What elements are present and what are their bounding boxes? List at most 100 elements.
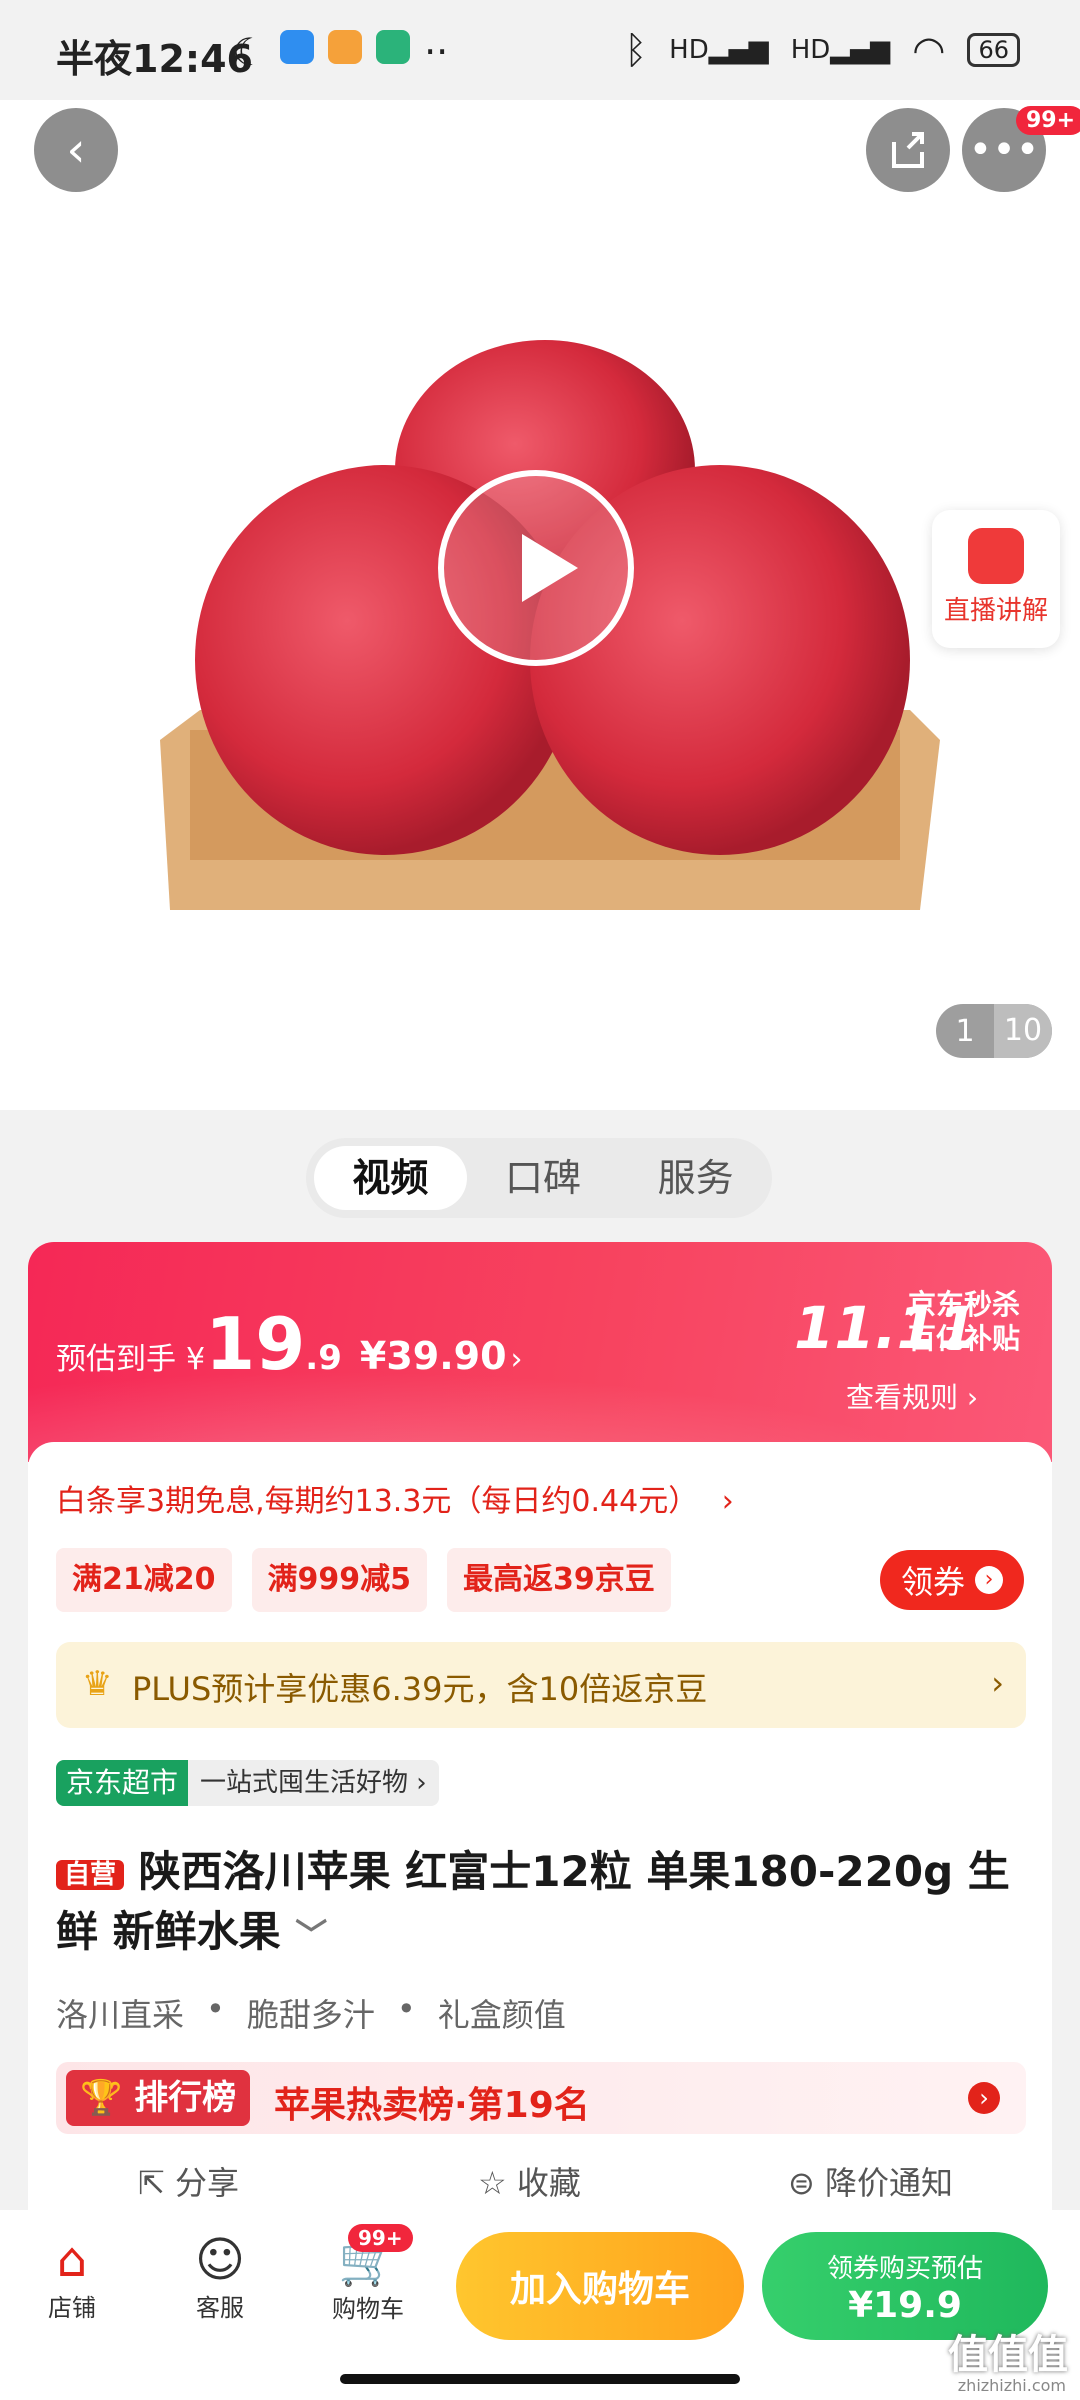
- tab-reviews[interactable]: 口碑: [467, 1146, 620, 1210]
- estimate-label: 预估到手: [56, 1342, 176, 1377]
- cart-badge: 99+: [348, 2224, 413, 2252]
- pager-total: 10: [994, 1004, 1052, 1058]
- product-media[interactable]: ‹ ••• 99+ 直播讲解 1 10: [0, 100, 1080, 1110]
- ranking-tag-label: 排行榜: [134, 2078, 237, 2118]
- signal-icon-2: HD▂▄▆: [790, 35, 891, 65]
- system-icons: ᛒ HD▂▄▆ HD▂▄▆ ◠ 66: [624, 28, 1020, 72]
- original-price: ¥39.90: [359, 1334, 507, 1378]
- play-video-button[interactable]: [438, 470, 634, 666]
- star-icon: ☆: [478, 2164, 507, 2202]
- store-slogan: 一站式囤生活好物 ›: [188, 1760, 439, 1806]
- view-rules-link[interactable]: 查看规则 ›: [846, 1376, 978, 1416]
- coupon-chip[interactable]: 最高返39京豆: [447, 1548, 671, 1612]
- share-action[interactable]: ⇱ 分享: [138, 2158, 239, 2204]
- status-time: 半夜12:46: [56, 37, 253, 81]
- coupon-list: 满21减20 满999减5 最高返39京豆: [56, 1548, 671, 1612]
- store-nav[interactable]: ⌂ 店铺: [12, 2232, 132, 2323]
- live-label: 直播讲解: [943, 596, 1048, 626]
- customer-service-label: 客服: [196, 2294, 244, 2322]
- store-icon: ⌂: [56, 2232, 88, 2288]
- favorite-action[interactable]: ☆ 收藏: [478, 2158, 581, 2204]
- price-alert-icon: ⊜: [788, 2164, 815, 2202]
- feature-item: 洛川直采: [56, 1996, 185, 2034]
- share-top-button[interactable]: [866, 108, 950, 192]
- buy-button-price: ¥19.9: [848, 2285, 962, 2326]
- ranking-text: 苹果热卖榜·第19名: [274, 2085, 590, 2126]
- share-icon: [892, 132, 924, 168]
- plus-offer-bar[interactable]: ♛ PLUS预计享优惠6.39元，含10倍返京豆 ›: [56, 1642, 1026, 1728]
- share-label: 分享: [174, 2164, 239, 2202]
- app-icon: [328, 30, 363, 64]
- chevron-right-icon: ›: [991, 1664, 1004, 1702]
- ranking-bar[interactable]: 🏆 排行榜 苹果热卖榜·第19名 ›: [56, 2062, 1026, 2134]
- cart-label: 购物车: [332, 2295, 404, 2323]
- chevron-right-icon: ›: [968, 2082, 1000, 2114]
- price-alert-action[interactable]: ⊜ 降价通知: [788, 2158, 953, 2204]
- tab-video[interactable]: 视频: [314, 1146, 467, 1210]
- battery-icon: 66: [967, 33, 1020, 67]
- coupon-chip[interactable]: 满21减20: [56, 1548, 232, 1612]
- add-to-cart-button[interactable]: 加入购物车: [456, 2232, 744, 2340]
- baitiao-offer[interactable]: 白条享3期免息,每期约13.3元（每日约0.44元） ›: [56, 1476, 734, 1520]
- signal-icon: HD▂▄▆: [669, 35, 769, 65]
- self-operated-tag: 自营: [56, 1859, 125, 1890]
- ranking-tag: 🏆 排行榜: [66, 2070, 251, 2126]
- crown-icon: ♛: [82, 1664, 113, 1704]
- product-title-line1: 陕西洛川苹果 红富士12粒 单果180-220g 生: [138, 1847, 1010, 1896]
- feature-item: 脆甜多汁: [246, 1996, 375, 2034]
- store-banner[interactable]: 京东超市 一站式囤生活好物 ›: [56, 1760, 439, 1806]
- price-banner: 预估到手 ¥ 19 .9 ¥39.90 › 11.11 京东秒杀 百亿补贴 查看…: [28, 1242, 1052, 1462]
- trophy-icon: 🏆: [80, 2078, 123, 2118]
- chevron-left-icon: ‹: [66, 122, 86, 178]
- store-label: 店铺: [48, 2294, 96, 2322]
- price-integer: 19: [205, 1302, 306, 1386]
- supermarket-tag: 京东超市: [56, 1760, 189, 1806]
- bottom-action-bar: ⌂ 店铺 ☺ 客服 🛒 购物车 99+ 加入购物车 领券购买预估 ¥19.9: [0, 2210, 1080, 2400]
- feature-item: 礼盒颜值: [437, 1996, 566, 2034]
- image-pager: 1 10: [936, 1004, 1052, 1058]
- watermark: 值值值: [948, 2332, 1068, 2378]
- play-icon: [522, 534, 578, 602]
- product-title: 自营 陕西洛川苹果 红富士12粒 单果180-220g 生 鲜 新鲜水果 ﹀: [56, 1842, 1036, 1965]
- live-icon: [968, 528, 1024, 584]
- wifi-icon: ◠: [912, 28, 946, 72]
- live-explain-button[interactable]: 直播讲解: [932, 510, 1060, 648]
- media-tabs: 视频 口碑 服务: [306, 1138, 772, 1218]
- watermark-url: zhizhizhi.com: [957, 2376, 1066, 2395]
- plus-offer-text: PLUS预计享优惠6.39元，含10倍返京豆: [132, 1670, 708, 1708]
- get-coupon-label: 领券: [900, 1563, 965, 1601]
- customer-service-icon: ☺: [194, 2232, 246, 2288]
- status-bar: 半夜12:46 ☾ ·· ᛒ HD▂▄▆ HD▂▄▆ ◠ 66: [0, 0, 1080, 100]
- promo-title: 京东秒杀 百亿补贴: [908, 1288, 1020, 1356]
- product-details: 白条享3期免息,每期约13.3元（每日约0.44元） › 满21减20 满999…: [28, 1442, 1052, 2242]
- chevron-right-icon: ›: [721, 1484, 734, 1519]
- expand-icon[interactable]: ﹀: [295, 1916, 327, 1954]
- pager-current: 1: [955, 1013, 975, 1049]
- price-alert-label: 降价通知: [824, 2164, 953, 2202]
- get-coupon-button[interactable]: 领券 ›: [880, 1550, 1024, 1610]
- chevron-right-icon: ›: [975, 1566, 1003, 1594]
- notification-icons: ☾ ··: [232, 30, 448, 74]
- price-decimal: .9: [305, 1338, 342, 1378]
- favorite-label: 收藏: [516, 2164, 581, 2202]
- moon-icon: ☾: [232, 30, 267, 74]
- promo-line2: 百亿补贴: [908, 1322, 1021, 1355]
- feature-list: 洛川直采 • 脆甜多汁 • 礼盒颜值: [56, 1990, 566, 2034]
- promo-line1: 京东秒杀: [908, 1288, 1021, 1321]
- weather-app-icon: [280, 30, 315, 64]
- price-row: 预估到手 ¥ 19 .9 ¥39.90 ›: [56, 1302, 523, 1386]
- product-info-card: 预估到手 ¥ 19 .9 ¥39.90 › 11.11 京东秒杀 百亿补贴 查看…: [28, 1242, 1052, 2242]
- currency-symbol: ¥: [186, 1342, 206, 1377]
- app-icon-2: [376, 30, 411, 64]
- coupon-chip[interactable]: 满999减5: [251, 1548, 427, 1612]
- more-dots-icon: ··: [424, 30, 449, 74]
- tab-service[interactable]: 服务: [619, 1146, 772, 1210]
- customer-service-nav[interactable]: ☺ 客服: [160, 2232, 280, 2323]
- back-button[interactable]: ‹: [34, 108, 118, 192]
- chevron-right-icon: ›: [510, 1342, 523, 1377]
- baitiao-text: 白条享3期免息,每期约13.3元（每日约0.44元）: [56, 1484, 699, 1519]
- product-title-line2: 鲜 新鲜水果: [56, 1907, 281, 1956]
- message-badge: 99+: [1016, 106, 1080, 135]
- home-indicator[interactable]: [340, 2374, 740, 2384]
- share-icon: ⇱: [138, 2164, 165, 2202]
